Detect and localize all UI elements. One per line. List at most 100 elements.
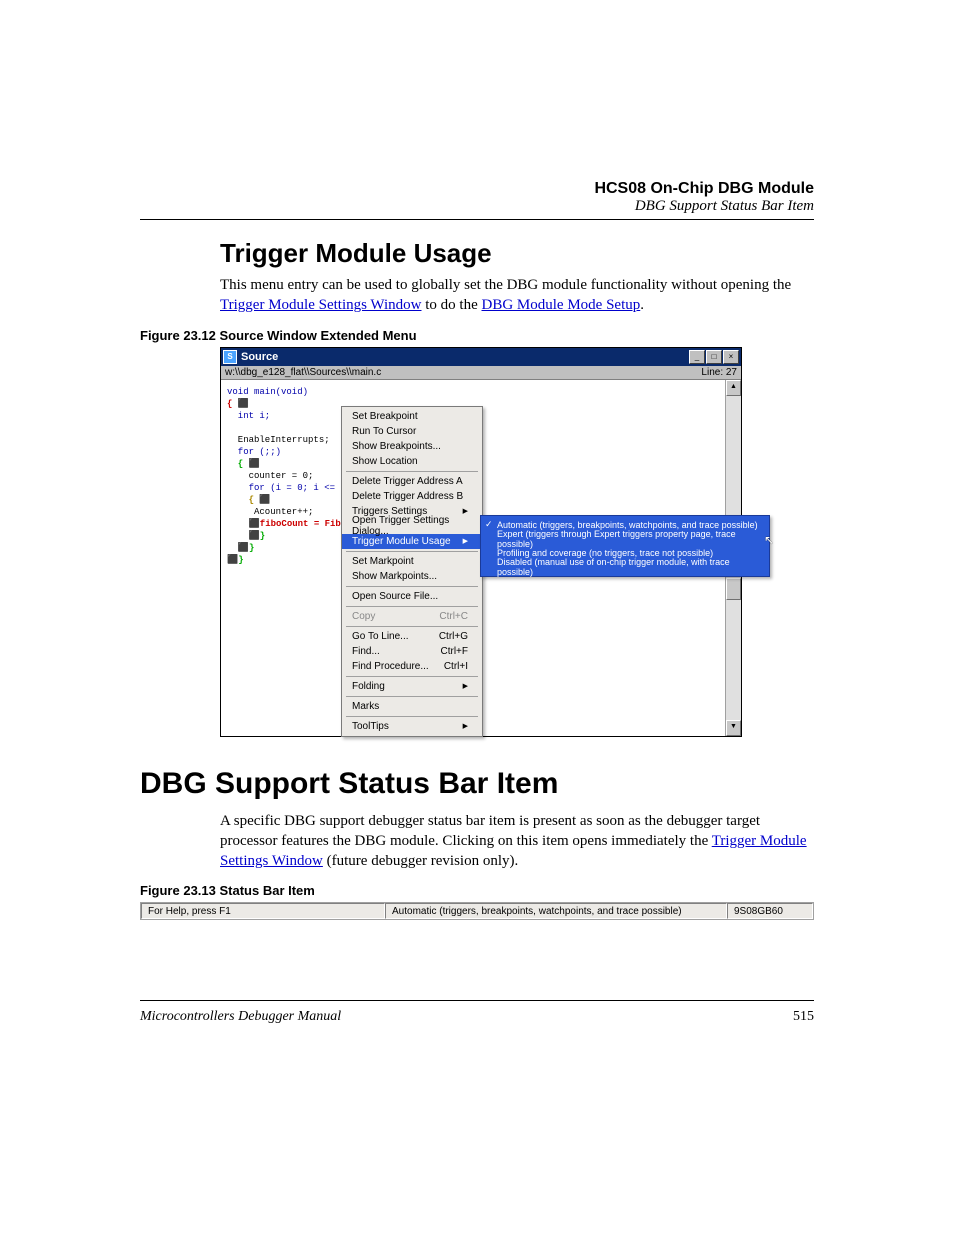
maximize-button[interactable]: □ <box>706 350 722 364</box>
status-help-cell: For Help, press F1 <box>141 903 385 919</box>
menu-item-shortcut: Ctrl+C <box>439 611 468 622</box>
paragraph-trigger-usage: This menu entry can be used to globally … <box>220 275 814 316</box>
scroll-down-button[interactable]: ▼ <box>726 720 741 736</box>
heading-trigger-module-usage: Trigger Module Usage <box>220 238 814 269</box>
menu-item[interactable]: Set Markpoint <box>342 554 482 569</box>
source-icon: S <box>223 350 237 364</box>
line-indicator: Line: 27 <box>701 367 737 378</box>
menu-item[interactable]: Go To Line... Ctrl+G <box>342 629 482 644</box>
code-line: ⬛} <box>227 542 342 554</box>
menu-item-label: Open Source File... <box>352 591 438 602</box>
text: to do the <box>422 297 482 313</box>
code-line: Acounter++; <box>227 506 342 518</box>
menu-item-label: Trigger Module Usage <box>352 536 451 547</box>
code-line: ⬛} <box>227 554 342 566</box>
figure-23-12-caption: Figure 23.12 Source Window Extended Menu <box>140 328 814 343</box>
menu-item[interactable]: Find Procedure... Ctrl+I <box>342 659 482 674</box>
text: This menu entry can be used to globally … <box>220 277 791 293</box>
menu-separator <box>346 471 478 472</box>
titlebar: S Source _ □ × <box>221 348 741 366</box>
menu-item[interactable]: Run To Cursor <box>342 424 482 439</box>
footer-manual-title: Microcontrollers Debugger Manual <box>140 1009 341 1025</box>
menu-separator <box>346 626 478 627</box>
status-bar: For Help, press F1 Automatic (triggers, … <box>140 902 814 920</box>
status-device-cell: 9S08GB60 <box>727 903 813 919</box>
menu-item-label: Find Procedure... <box>352 661 429 672</box>
window-title: Source <box>241 351 689 363</box>
scroll-up-button[interactable]: ▲ <box>726 380 741 396</box>
menu-item[interactable]: Show Location <box>342 454 482 469</box>
code-view: void main(void){ ⬛ int i; EnableInterrup… <box>221 380 346 736</box>
menu-item-label: Copy <box>352 611 375 622</box>
menu-item[interactable]: Set Breakpoint <box>342 409 482 424</box>
menu-item-label: Delete Trigger Address A <box>352 476 463 487</box>
code-line: { ⬛ <box>227 398 342 410</box>
menu-item-label: Set Markpoint <box>352 556 414 567</box>
menu-item-label: Marks <box>352 701 379 712</box>
code-line: EnableInterrupts; <box>227 434 342 446</box>
menu-item-label: Find... <box>352 646 380 657</box>
menu-item[interactable]: Delete Trigger Address B <box>342 489 482 504</box>
code-line: void main(void) <box>227 386 342 398</box>
menu-item[interactable]: Open Trigger Settings Dialog... <box>342 519 482 534</box>
scroll-thumb[interactable] <box>726 578 741 600</box>
trigger-module-usage-submenu: Automatic (triggers, breakpoints, watchp… <box>480 515 770 577</box>
cursor-icon: ↖ <box>764 533 774 547</box>
menu-item-label: Folding <box>352 681 385 692</box>
menu-separator <box>346 696 478 697</box>
footer-rule <box>140 1000 814 1001</box>
code-line: { ⬛ <box>227 494 342 506</box>
menu-item-label: Go To Line... <box>352 631 409 642</box>
source-window: S Source _ □ × w:\\dbg_e128_flat\\Source… <box>220 347 742 737</box>
menu-item-label: Show Location <box>352 456 418 467</box>
code-line: ⬛fiboCount = Fib <box>227 518 342 530</box>
menu-item-label: ToolTips <box>352 721 389 732</box>
menu-item-label: Delete Trigger Address B <box>352 491 463 502</box>
running-head-section: DBG Support Status Bar Item <box>140 198 814 215</box>
text: . <box>640 297 644 313</box>
menu-item[interactable]: Copy Ctrl+C <box>342 609 482 624</box>
file-path: w:\\dbg_e128_flat\\Sources\\main.c <box>225 367 381 378</box>
code-line: { ⬛ <box>227 458 342 470</box>
path-bar: w:\\dbg_e128_flat\\Sources\\main.c Line:… <box>221 366 741 380</box>
code-line <box>227 422 342 434</box>
menu-item[interactable]: Open Source File... <box>342 589 482 604</box>
running-head-module: HCS08 On-Chip DBG Module <box>140 180 814 198</box>
menu-separator <box>346 586 478 587</box>
code-line: for (;;) <box>227 446 342 458</box>
paragraph-status-bar-item: A specific DBG support debugger status b… <box>220 811 814 872</box>
menu-item-label: Show Breakpoints... <box>352 441 441 452</box>
menu-item[interactable]: Find... Ctrl+F <box>342 644 482 659</box>
menu-item-shortcut: Ctrl+F <box>441 646 469 657</box>
menu-item-label: Show Markpoints... <box>352 571 437 582</box>
menu-item-shortcut: Ctrl+G <box>439 631 468 642</box>
menu-item-label: Run To Cursor <box>352 426 416 437</box>
menu-item[interactable]: ToolTips <box>342 719 482 734</box>
close-button[interactable]: × <box>723 350 739 364</box>
menu-item[interactable]: Delete Trigger Address A <box>342 474 482 489</box>
header-rule <box>140 219 814 220</box>
menu-separator <box>346 551 478 552</box>
code-line: ⬛} <box>227 530 342 542</box>
heading-dbg-support-status-bar-item: DBG Support Status Bar Item <box>140 767 814 801</box>
code-line: counter = 0; <box>227 470 342 482</box>
status-dbg-mode-cell[interactable]: Automatic (triggers, breakpoints, watchp… <box>385 903 727 919</box>
code-line: for (i = 0; i <= . <box>227 482 342 494</box>
menu-item[interactable]: Marks <box>342 699 482 714</box>
text: A specific DBG support debugger status b… <box>220 813 760 849</box>
menu-item[interactable]: Show Markpoints... <box>342 569 482 584</box>
menu-item-label: Open Trigger Settings Dialog... <box>352 515 468 537</box>
minimize-button[interactable]: _ <box>689 350 705 364</box>
link-trigger-module-settings-window[interactable]: Trigger Module Settings Window <box>220 297 422 313</box>
code-line: int i; <box>227 410 342 422</box>
menu-item[interactable]: Folding <box>342 679 482 694</box>
menu-item-shortcut: Ctrl+I <box>444 661 468 672</box>
menu-separator <box>346 676 478 677</box>
submenu-item[interactable]: Expert (triggers through Expert triggers… <box>481 532 769 546</box>
menu-separator <box>346 716 478 717</box>
link-dbg-module-mode-setup[interactable]: DBG Module Mode Setup <box>482 297 641 313</box>
submenu-item[interactable]: Disabled (manual use of on-chip trigger … <box>481 560 769 574</box>
menu-separator <box>346 606 478 607</box>
figure-23-13-caption: Figure 23.13 Status Bar Item <box>140 883 814 898</box>
menu-item[interactable]: Show Breakpoints... <box>342 439 482 454</box>
